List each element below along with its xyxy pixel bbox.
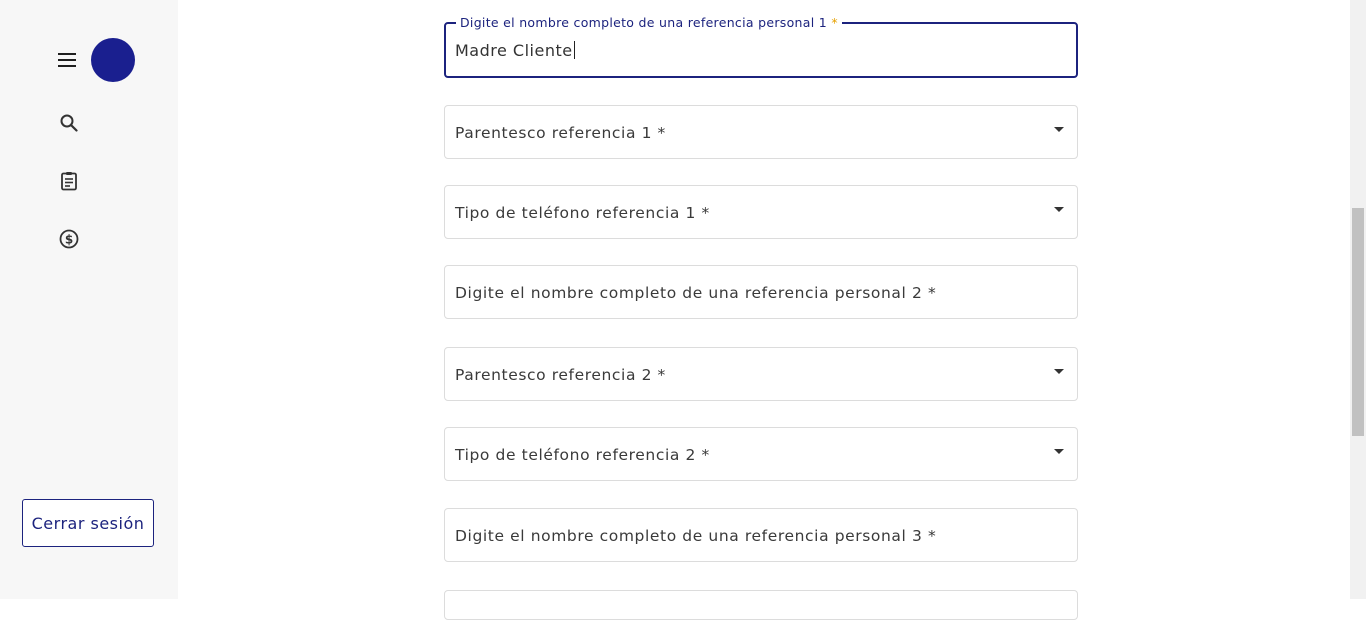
reference-1-phone-type-select[interactable]: Tipo de teléfono referencia 1 * [444,185,1078,239]
scrollbar[interactable] [1350,0,1366,599]
svg-text:$: $ [65,233,73,247]
dollar-icon[interactable]: $ [57,227,81,251]
chevron-down-icon [1054,449,1064,454]
scrollbar-thumb[interactable] [1352,208,1364,436]
reference-1-name-value[interactable]: Madre Cliente [455,41,575,60]
required-mark: * [831,15,838,30]
reference-3-name-input[interactable]: Digite el nombre completo de una referen… [444,508,1078,562]
reference-1-name-input[interactable]: Digite el nombre completo de una referen… [444,15,1078,78]
reference-1-relationship-label: Parentesco referencia 1 * [455,124,666,142]
reference-2-name-label: Digite el nombre completo de una referen… [455,284,937,302]
form-panel: Digite el nombre completo de una referen… [178,0,1350,620]
clipboard-icon[interactable] [57,169,81,193]
chevron-down-icon [1054,207,1064,212]
search-icon[interactable] [57,111,81,135]
chevron-down-icon [1054,369,1064,374]
chevron-down-icon [1054,127,1064,132]
text-cursor [573,41,575,59]
reference-3-name-label: Digite el nombre completo de una referen… [455,527,937,545]
menu-icon[interactable] [57,52,77,68]
logout-button[interactable]: Cerrar sesión [22,499,154,547]
reference-2-phone-type-select[interactable]: Tipo de teléfono referencia 2 * [444,427,1078,481]
reference-1-name-label: Digite el nombre completo de una referen… [456,15,842,30]
next-field-partial[interactable] [444,590,1078,620]
reference-1-relationship-select[interactable]: Parentesco referencia 1 * [444,105,1078,159]
reference-2-name-input[interactable]: Digite el nombre completo de una referen… [444,265,1078,319]
reference-2-relationship-label: Parentesco referencia 2 * [455,366,666,384]
avatar[interactable] [91,38,135,82]
sidebar: $ Cerrar sesión [0,0,178,599]
reference-1-phone-type-label: Tipo de teléfono referencia 1 * [455,204,710,222]
reference-2-relationship-select[interactable]: Parentesco referencia 2 * [444,347,1078,401]
reference-2-phone-type-label: Tipo de teléfono referencia 2 * [455,446,710,464]
